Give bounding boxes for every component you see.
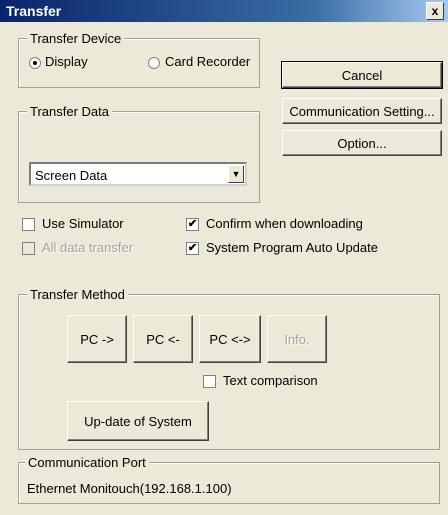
transfer-method-group: Transfer Method PC -> PC <- PC <-> Info.… bbox=[18, 287, 440, 450]
confirm-downloading-label[interactable]: Confirm when downloading bbox=[206, 216, 363, 231]
chevron-down-icon: ▼ bbox=[231, 169, 241, 179]
pc-to-button[interactable]: PC -> bbox=[67, 315, 127, 363]
communication-setting-label: Communication Setting... bbox=[289, 103, 435, 119]
update-system-button[interactable]: Up-date of System bbox=[67, 401, 209, 441]
checkmark-icon: ✔ bbox=[187, 242, 198, 254]
transfer-data-group: Transfer Data Screen Data ▼ bbox=[18, 104, 260, 203]
checkmark-icon: ✔ bbox=[187, 218, 198, 230]
option-button[interactable]: Option... bbox=[282, 130, 442, 156]
text-comparison-checkbox[interactable] bbox=[203, 375, 216, 388]
pc-from-button[interactable]: PC <- bbox=[133, 315, 193, 363]
cancel-label: Cancel bbox=[341, 67, 383, 83]
system-program-auto-update-label[interactable]: System Program Auto Update bbox=[206, 240, 378, 255]
use-simulator-label[interactable]: Use Simulator bbox=[42, 216, 124, 231]
pc-both-button[interactable]: PC <-> bbox=[199, 315, 261, 363]
cancel-button[interactable]: Cancel bbox=[281, 61, 443, 89]
transfer-data-select[interactable]: Screen Data ▼ bbox=[29, 162, 247, 186]
transfer-data-title: Transfer Data bbox=[27, 104, 112, 119]
transfer-data-value: Screen Data bbox=[35, 168, 108, 183]
transfer-device-title: Transfer Device bbox=[27, 31, 125, 46]
option-label: Option... bbox=[337, 135, 387, 151]
close-button[interactable]: x bbox=[426, 2, 444, 20]
all-data-transfer-label: All data transfer bbox=[42, 240, 134, 255]
close-icon: x bbox=[431, 4, 439, 18]
pc-to-label: PC -> bbox=[80, 331, 114, 347]
use-simulator-checkbox[interactable] bbox=[22, 218, 35, 231]
display-radio-label[interactable]: Display bbox=[45, 54, 88, 69]
title-bar[interactable]: Transfer x bbox=[0, 0, 448, 22]
communication-port-group: Communication Port Ethernet Monitouch(19… bbox=[18, 455, 440, 504]
communication-setting-button[interactable]: Communication Setting... bbox=[282, 98, 442, 124]
transfer-device-group: Transfer Device Display Card Recorder bbox=[18, 31, 260, 88]
card-recorder-radio-label[interactable]: Card Recorder bbox=[165, 54, 250, 69]
update-system-label: Up-date of System bbox=[84, 413, 192, 429]
communication-port-value: Ethernet Monitouch(192.168.1.100) bbox=[27, 481, 232, 496]
all-data-transfer-checkbox bbox=[22, 242, 35, 255]
window-title: Transfer bbox=[6, 3, 62, 19]
transfer-method-title: Transfer Method bbox=[27, 287, 128, 302]
confirm-downloading-checkbox[interactable]: ✔ bbox=[186, 218, 199, 231]
display-radio[interactable] bbox=[29, 57, 41, 69]
dropdown-arrow-icon[interactable]: ▼ bbox=[228, 165, 244, 183]
pc-both-label: PC <-> bbox=[209, 331, 251, 347]
pc-from-label: PC <- bbox=[146, 331, 180, 347]
text-comparison-label[interactable]: Text comparison bbox=[223, 373, 318, 388]
info-button: Info. bbox=[267, 315, 327, 363]
communication-port-title: Communication Port bbox=[25, 455, 149, 470]
info-label: Info. bbox=[284, 331, 310, 347]
card-recorder-radio[interactable] bbox=[148, 57, 160, 69]
system-program-auto-update-checkbox[interactable]: ✔ bbox=[186, 242, 199, 255]
